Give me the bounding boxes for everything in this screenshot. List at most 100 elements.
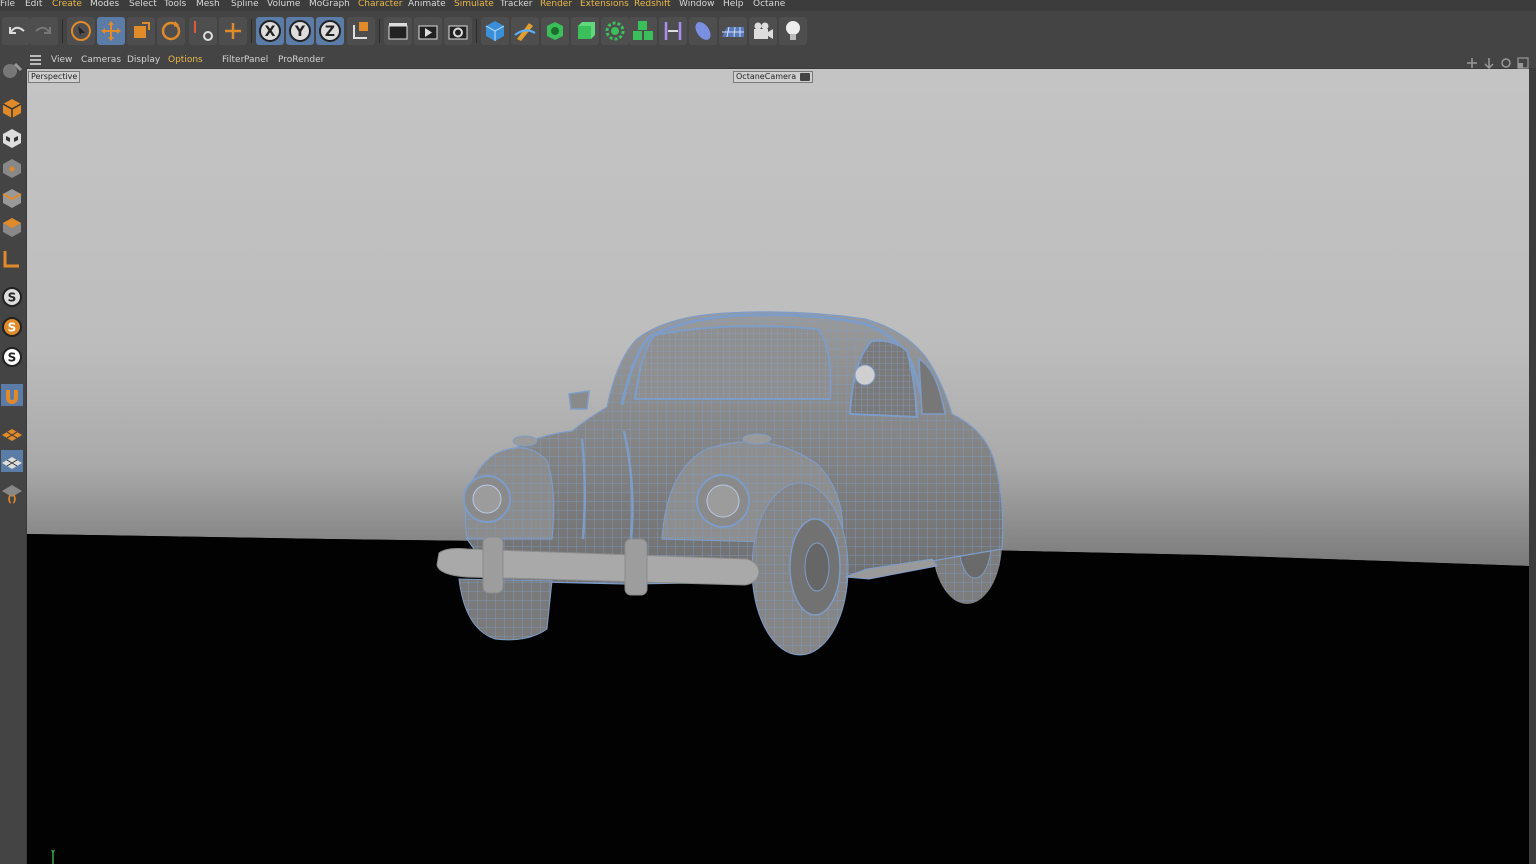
- polygons-mode-button[interactable]: [1, 216, 23, 238]
- clapboard-icon: [388, 23, 408, 40]
- array-icon: [605, 21, 625, 41]
- camera-lock-icon[interactable]: [800, 73, 811, 81]
- texture-mode-button[interactable]: [1, 127, 23, 149]
- x-axis-lock-button[interactable]: X: [256, 17, 284, 45]
- menu-bar: File Edit Create Modes Select Tools Mesh Spline…: [0, 0, 1536, 11]
- menu-redshift[interactable]: Redshift: [634, 0, 671, 10]
- viewport-menu-filter[interactable]: Filter: [222, 54, 244, 66]
- redo-icon: [35, 26, 51, 34]
- cube-object-button[interactable]: [481, 17, 509, 45]
- extrude-button[interactable]: [571, 17, 599, 45]
- camera-button[interactable]: [749, 17, 777, 45]
- y-axis-lock-button[interactable]: Y: [286, 17, 314, 45]
- menu-tools[interactable]: Tools: [164, 0, 186, 10]
- menu-spline[interactable]: Spline: [231, 0, 259, 10]
- redo-button[interactable]: [30, 17, 58, 45]
- perspective-viewport[interactable]: Perspective OctaneCamera Y: [27, 69, 1529, 864]
- menu-simulate[interactable]: Simulate: [454, 0, 494, 10]
- menu-edit[interactable]: Edit: [25, 0, 42, 10]
- zoom-view-icon[interactable]: [1484, 58, 1494, 70]
- viewport-menu-display[interactable]: Display: [127, 54, 160, 66]
- render-to-picture-viewer-button[interactable]: [414, 17, 442, 45]
- menu-select[interactable]: Select: [129, 0, 157, 10]
- add-tool-button[interactable]: [219, 17, 247, 45]
- right-headlight: [696, 474, 750, 528]
- rotate-tool[interactable]: [157, 17, 185, 45]
- viewport-menu-cameras[interactable]: Cameras: [81, 54, 121, 66]
- rotate-view-icon[interactable]: [1501, 58, 1511, 68]
- render-play-icon: [418, 25, 438, 40]
- menu-volume[interactable]: Volume: [267, 0, 300, 10]
- snap-settings-button[interactable]: S: [1, 346, 23, 368]
- viewport-menu-view[interactable]: View: [51, 54, 72, 66]
- points-mode-icon: [3, 159, 21, 178]
- render-settings-icon: [448, 25, 468, 40]
- camera-icon: [754, 22, 773, 39]
- move-tool[interactable]: [97, 17, 125, 45]
- coordinate-system-button[interactable]: [347, 17, 375, 45]
- svg-text:S: S: [8, 291, 17, 305]
- viewport-menu-panel[interactable]: Panel: [244, 54, 268, 66]
- menu-extensions[interactable]: Extensions: [580, 0, 629, 10]
- make-editable-button[interactable]: [1, 60, 23, 82]
- viewport-menu-icon[interactable]: [30, 55, 41, 65]
- menu-file[interactable]: File: [0, 0, 15, 10]
- subdivision-surface-button[interactable]: [541, 17, 569, 45]
- snap-button[interactable]: S: [1, 286, 23, 308]
- plus-icon: [225, 23, 241, 39]
- menu-create[interactable]: Create: [52, 0, 82, 10]
- menu-animate[interactable]: Animate: [408, 0, 446, 10]
- menu-window[interactable]: Window: [679, 0, 715, 10]
- world-coordinates-icon: [353, 22, 368, 39]
- points-mode-button[interactable]: [1, 157, 23, 179]
- texture-mode-icon: [3, 129, 21, 148]
- menu-render[interactable]: Render: [540, 0, 572, 10]
- menu-modes[interactable]: Modes: [90, 0, 119, 10]
- toggle-view-icon[interactable]: [1517, 57, 1529, 69]
- menu-mograph[interactable]: MoGraph: [309, 0, 350, 10]
- deformer-button[interactable]: [659, 17, 687, 45]
- soft-selection-button[interactable]: [1, 384, 23, 406]
- live-selection-tool[interactable]: [67, 17, 95, 45]
- svg-text:S: S: [8, 351, 17, 365]
- cloner-icon: [633, 21, 653, 40]
- field-button[interactable]: [689, 17, 717, 45]
- light-button[interactable]: [779, 17, 807, 45]
- locked-workplane-button[interactable]: [1, 450, 23, 472]
- menu-help[interactable]: Help: [723, 0, 744, 10]
- cloner-button[interactable]: [629, 17, 657, 45]
- floor-button[interactable]: [719, 17, 747, 45]
- menu-mesh[interactable]: Mesh: [196, 0, 220, 10]
- active-camera-label[interactable]: OctaneCamera: [733, 71, 814, 83]
- svg-text:S: S: [8, 321, 17, 335]
- render-view-button[interactable]: [384, 17, 412, 45]
- model-mode-button[interactable]: [1, 97, 23, 119]
- scale-icon: [134, 22, 150, 38]
- generator-icon: [547, 22, 563, 40]
- scale-tool[interactable]: [127, 17, 155, 45]
- menu-tracker[interactable]: Tracker: [500, 0, 532, 10]
- undo-button[interactable]: [2, 17, 30, 45]
- viewport-menu-options[interactable]: Options: [168, 54, 203, 66]
- array-button[interactable]: [601, 17, 629, 45]
- pen-spline-button[interactable]: [511, 17, 539, 45]
- menu-octane[interactable]: Octane: [753, 0, 785, 10]
- menu-character[interactable]: Character: [358, 0, 402, 10]
- workplane-button[interactable]: [1, 422, 23, 444]
- viewport-menu-prorender[interactable]: ProRender: [278, 54, 324, 66]
- view-name-label: Perspective: [28, 71, 81, 83]
- z-axis-lock-button[interactable]: Z: [316, 17, 344, 45]
- recent-tools-button[interactable]: [189, 17, 217, 45]
- render-settings-button[interactable]: [444, 17, 472, 45]
- quantize-button[interactable]: (): [1, 482, 23, 505]
- left-headlight: [463, 475, 511, 523]
- active-camera-name: OctaneCamera: [736, 72, 797, 81]
- snap-enable-button[interactable]: S: [1, 316, 23, 338]
- z-axis-icon: Z: [319, 20, 341, 42]
- pan-view-icon[interactable]: [1467, 58, 1477, 68]
- front-right-wheel: [751, 482, 849, 656]
- svg-text:Y: Y: [294, 24, 306, 40]
- axis-mode-button[interactable]: [1, 248, 23, 270]
- edges-mode-button[interactable]: [1, 187, 23, 209]
- bend-deformer-icon: [664, 22, 682, 40]
